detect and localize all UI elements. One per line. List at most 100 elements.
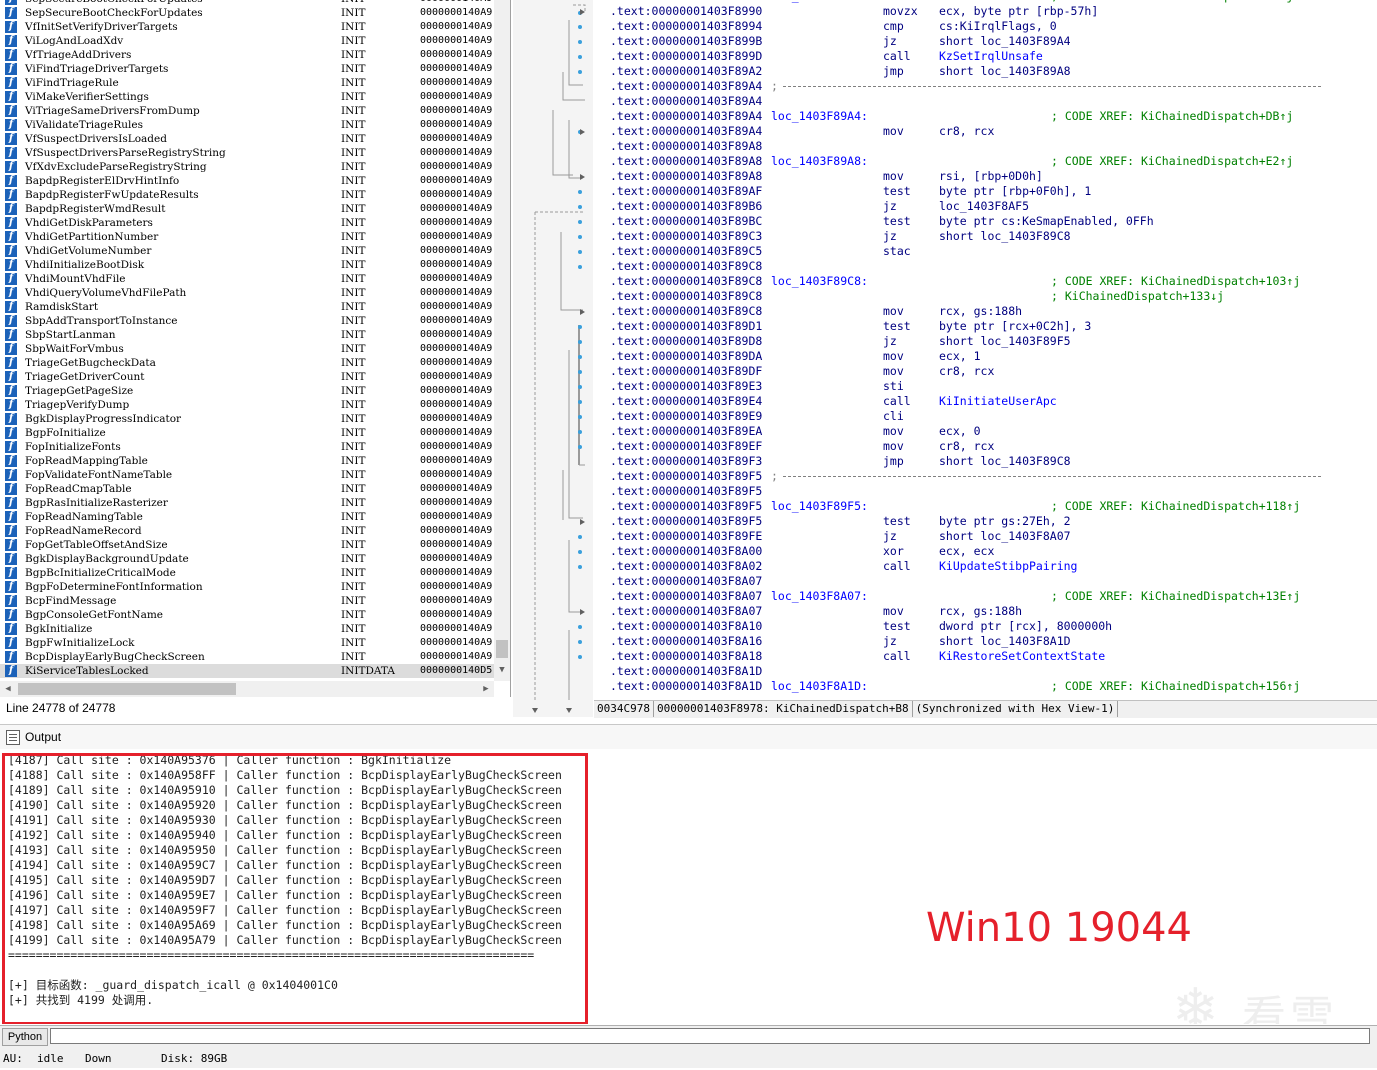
function-row[interactable]: f SbpAddTransportToInstance INIT 0000000140… — [0, 314, 494, 328]
disassembly-line[interactable]: .text:00000001403F89E9 cli — [594, 409, 1377, 424]
disassembly-line[interactable]: .text:00000001403F89F5 loc_1403F89F5: ; CO… — [594, 499, 1377, 514]
disassembly-line[interactable]: .text:00000001403F8A07 loc_1403F8A07: ; CO… — [594, 589, 1377, 604]
function-row[interactable]: f ViMakeVerifierSettings INIT 0000000140A9 — [0, 90, 494, 104]
function-row[interactable]: f BgkInitialize INIT 0000000140A9 — [0, 622, 494, 636]
functions-vertical-scrollbar[interactable]: ▼ — [494, 0, 510, 681]
scroll-down-arrow-icon[interactable]: ▼ — [494, 662, 510, 678]
function-row[interactable]: f BapdpRegisterWmdResult INIT 0000000140A9 — [0, 202, 494, 216]
disassembly-line[interactable]: .text:00000001403F89F5; — [594, 469, 1377, 484]
instruction-operands[interactable]: ecx, ecx — [939, 544, 994, 559]
disassembly-line[interactable]: .text:00000001403F89E4 call KiInitiateUser… — [594, 394, 1377, 409]
python-command-input[interactable] — [50, 1028, 1370, 1044]
function-row[interactable]: f FopValidateFontNameTable INIT 0000000140A… — [0, 468, 494, 482]
instruction-operands[interactable]: byte ptr gs:27Eh, 2 — [939, 514, 1071, 529]
code-label[interactable]: loc_1403F89A8: — [771, 154, 868, 169]
scrollbar-thumb[interactable] — [18, 683, 236, 695]
function-row[interactable]: f VhdiQueryVolumeVhdFilePath INIT 000000014… — [0, 286, 494, 300]
disassembly-line[interactable]: .text:00000001403F89A8 loc_1403F89A8: ; CO… — [594, 154, 1377, 169]
disassembly-line[interactable]: .text:00000001403F89A4 loc_1403F89A4: ; CO… — [594, 109, 1377, 124]
function-row[interactable]: f BgkDisplayProgressIndicator INIT 00000001… — [0, 412, 494, 426]
scroll-right-arrow-icon[interactable]: ▶ — [478, 681, 494, 697]
function-row[interactable]: f FopReadCmapTable INIT 0000000140A9 — [0, 482, 494, 496]
instruction-operands[interactable]: cr8, rcx — [939, 364, 994, 379]
disassembly-line[interactable]: .text:00000001403F8A00 xor ecx, ecx — [594, 544, 1377, 559]
function-row[interactable]: f FopReadMappingTable INIT 0000000140A9 — [0, 454, 494, 468]
function-row[interactable]: f BcpDisplayEarlyBugCheckScreen INIT 000000… — [0, 650, 494, 664]
function-row[interactable]: f VfSuspectDriversParseRegistryString INIT… — [0, 146, 494, 160]
function-row[interactable]: f ViFindTriageDriverTargets INIT 0000000140… — [0, 62, 494, 76]
functions-list[interactable]: f SepSecureBootCheckForUpdates INIT 0000000… — [0, 0, 494, 678]
function-row[interactable]: f BapdpRegisterFwUpdateResults INIT 0000000… — [0, 188, 494, 202]
function-row[interactable]: f FopReadNameRecord INIT 0000000140A9 — [0, 524, 494, 538]
function-row[interactable]: f VhdiGetPartitionNumber INIT 0000000140A9 — [0, 230, 494, 244]
instruction-operands[interactable]: short loc_1403F89A8 — [939, 64, 1071, 79]
function-row[interactable]: f BgpConsoleGetFontName INIT 0000000140A9 — [0, 608, 494, 622]
disassembly-line[interactable]: .text:00000001403F89F5 test byte ptr gs:27… — [594, 514, 1377, 529]
function-row[interactable]: f VhdiGetVolumeNumber INIT 0000000140A9 — [0, 244, 494, 258]
disassembly-line[interactable]: .text:00000001403F89D1 test byte ptr [rcx+… — [594, 319, 1377, 334]
disassembly-line[interactable]: .text:00000001403F8A1D — [594, 664, 1377, 679]
disassembly-line[interactable]: .text:00000001403F89A4 — [594, 94, 1377, 109]
disassembly-line[interactable]: .text:00000001403F8A07 mov rcx, gs:188h — [594, 604, 1377, 619]
instruction-operands[interactable]: ecx, byte ptr [rbp-57h] — [939, 4, 1098, 19]
disassembly-line[interactable]: .text:00000001403F899D call KzSetIrqlUnsaf… — [594, 49, 1377, 64]
disassembly-line[interactable]: .text:00000001403F8A07 — [594, 574, 1377, 589]
instruction-operands[interactable]: KzSetIrqlUnsafe — [939, 49, 1043, 64]
instruction-operands[interactable]: short loc_1403F89A4 — [939, 34, 1071, 49]
instruction-operands[interactable]: rcx, gs:188h — [939, 304, 1022, 319]
function-row[interactable]: f VhdiInitializeBootDisk INIT 0000000140A9 — [0, 258, 494, 272]
instruction-operands[interactable]: rsi, [rbp+0D0h] — [939, 169, 1043, 184]
function-row[interactable]: f BgpFwInitializeLock INIT 0000000140A9 — [0, 636, 494, 650]
disassembly-line[interactable]: .text:00000001403F89F3 jmp short loc_1403F… — [594, 454, 1377, 469]
disassembly-line[interactable]: .text:00000001403F89A4; — [594, 79, 1377, 94]
disassembly-line[interactable]: .text:00000001403F8A02 call KiUpdateStibpP… — [594, 559, 1377, 574]
disassembly-line[interactable]: .text:00000001403F8A16 jz short loc_1403F8… — [594, 634, 1377, 649]
function-row[interactable]: f FopInitializeFonts INIT 0000000140A9 — [0, 440, 494, 454]
instruction-operands[interactable]: ecx, 1 — [939, 349, 981, 364]
function-row[interactable]: f ViTriageSameDriversFromDump INIT 00000001… — [0, 104, 494, 118]
code-label[interactable]: loc_1403F89A4: — [771, 109, 868, 124]
function-row[interactable]: f VhdiMountVhdFile INIT 0000000140A9 — [0, 272, 494, 286]
disassembly-line[interactable]: .text:00000001403F89E3 sti — [594, 379, 1377, 394]
function-row[interactable]: f RamdiskStart INIT 0000000140A9 — [0, 300, 494, 314]
instruction-operands[interactable]: short loc_1403F89F5 — [939, 334, 1071, 349]
disassembly-line[interactable]: .text:00000001403F89C8 ; KiChainedDispatc… — [594, 289, 1377, 304]
disassembly-line[interactable]: .text:00000001403F89DF mov cr8, rcx — [594, 364, 1377, 379]
disassembly-line[interactable]: .text:00000001403F8A18 call KiRestoreSetCo… — [594, 649, 1377, 664]
disassembly-view[interactable]: .text:00000001403F8990loc_1403F8990:; CO… — [594, 0, 1377, 700]
instruction-operands[interactable]: KiRestoreSetContextState — [939, 649, 1105, 664]
function-row[interactable]: f BgkDisplayBackgroundUpdate INIT 000000014… — [0, 552, 494, 566]
functions-horizontal-scrollbar[interactable]: ◀ ▶ — [0, 681, 494, 697]
function-row[interactable]: f ViFindTriageRule INIT 0000000140A9 — [0, 76, 494, 90]
function-row[interactable]: f BapdpRegisterElDrvHintInfo INIT 000000014… — [0, 174, 494, 188]
instruction-operands[interactable]: cs:KiIrqlFlags, 0 — [939, 19, 1057, 34]
disassembly-line[interactable]: .text:00000001403F899B jz short loc_1403F8… — [594, 34, 1377, 49]
disassembly-line[interactable]: .text:00000001403F89EF mov cr8, rcx — [594, 439, 1377, 454]
disassembly-line[interactable]: .text:00000001403F89C8 loc_1403F89C8: ; CO… — [594, 274, 1377, 289]
disassembly-line[interactable]: .text:00000001403F89C3 jz short loc_1403F8… — [594, 229, 1377, 244]
instruction-operands[interactable]: byte ptr [rbp+0F0h], 1 — [939, 184, 1091, 199]
disassembly-line[interactable]: .text:00000001403F8A1D loc_1403F8A1D: ; CO… — [594, 679, 1377, 694]
instruction-operands[interactable]: short loc_1403F89C8 — [939, 229, 1071, 244]
function-row[interactable]: f VfInitSetVerifyDriverTargets INIT 0000000… — [0, 20, 494, 34]
function-row[interactable]: f SepSecureBootCheckForUpdates INIT 0000000… — [0, 6, 494, 20]
function-row[interactable]: f TriagepVerifyDump INIT 0000000140A9 — [0, 398, 494, 412]
instruction-operands[interactable]: rcx, gs:188h — [939, 604, 1022, 619]
function-row[interactable]: f TriageGetDriverCount INIT 0000000140A9 — [0, 370, 494, 384]
function-row[interactable]: f KiServiceTablesLocked INITDATA 0000000140… — [0, 664, 494, 678]
disassembly-line[interactable]: .text:00000001403F89DA mov ecx, 1 — [594, 349, 1377, 364]
disassembly-line[interactable]: .text:00000001403F89C8 mov rcx, gs:188h — [594, 304, 1377, 319]
function-row[interactable]: f VhdiGetDiskParameters INIT 0000000140A9 — [0, 216, 494, 230]
instruction-operands[interactable]: KiUpdateStibpPairing — [939, 559, 1077, 574]
instruction-operands[interactable]: ecx, 0 — [939, 424, 981, 439]
instruction-operands[interactable]: short loc_1403F8A1D — [939, 634, 1071, 649]
code-label[interactable]: loc_1403F89F5: — [771, 499, 868, 514]
disassembly-line[interactable]: .text:00000001403F8994 cmp cs:KiIrqlFlags,… — [594, 19, 1377, 34]
function-row[interactable]: f SbpStartLanman INIT 0000000140A9 — [0, 328, 494, 342]
disassembly-line[interactable]: .text:00000001403F89B6 jz loc_1403F8AF5 — [594, 199, 1377, 214]
function-row[interactable]: f VfXdvExcludeParseRegistryString INIT 0000… — [0, 160, 494, 174]
disassembly-line[interactable]: .text:00000001403F89BC test byte ptr cs:Ke… — [594, 214, 1377, 229]
disassembly-line[interactable]: .text:00000001403F89FE jz short loc_1403F8… — [594, 529, 1377, 544]
function-row[interactable]: f BgpFoInitialize INIT 0000000140A9 — [0, 426, 494, 440]
instruction-operands[interactable]: dword ptr [rcx], 8000000h — [939, 619, 1112, 634]
